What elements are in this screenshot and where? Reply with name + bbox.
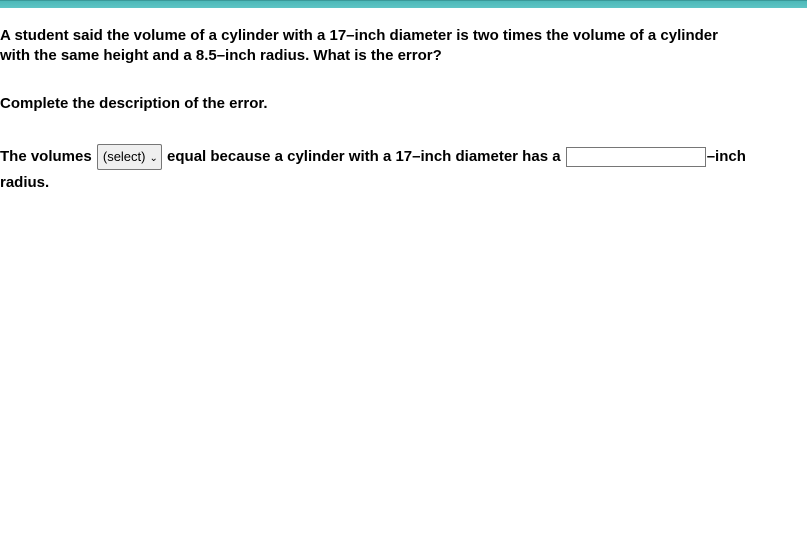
top-border [0,0,807,8]
answer-line2: radius. [0,174,49,191]
radius-input[interactable] [566,147,706,167]
chevron-down-icon: ⌄ [149,150,157,167]
select-label: (select) [103,149,146,164]
question-text: A student said the volume of a cylinder … [0,26,807,67]
select-dropdown[interactable]: (select)⌄ [97,144,162,170]
answer-suffix1: –inch [707,148,746,165]
instruction-text: Complete the description of the error. [0,95,807,112]
answer-line: The volumes (select)⌄ equal because a cy… [0,144,807,196]
question-line1: A student said the volume of a cylinder … [0,27,718,44]
answer-prefix: The volumes [0,148,96,165]
answer-mid1: equal because a cylinder with a 17–inch … [163,148,565,165]
content-area: A student said the volume of a cylinder … [0,8,807,195]
question-line2: with the same height and a 8.5–inch radi… [0,47,442,64]
